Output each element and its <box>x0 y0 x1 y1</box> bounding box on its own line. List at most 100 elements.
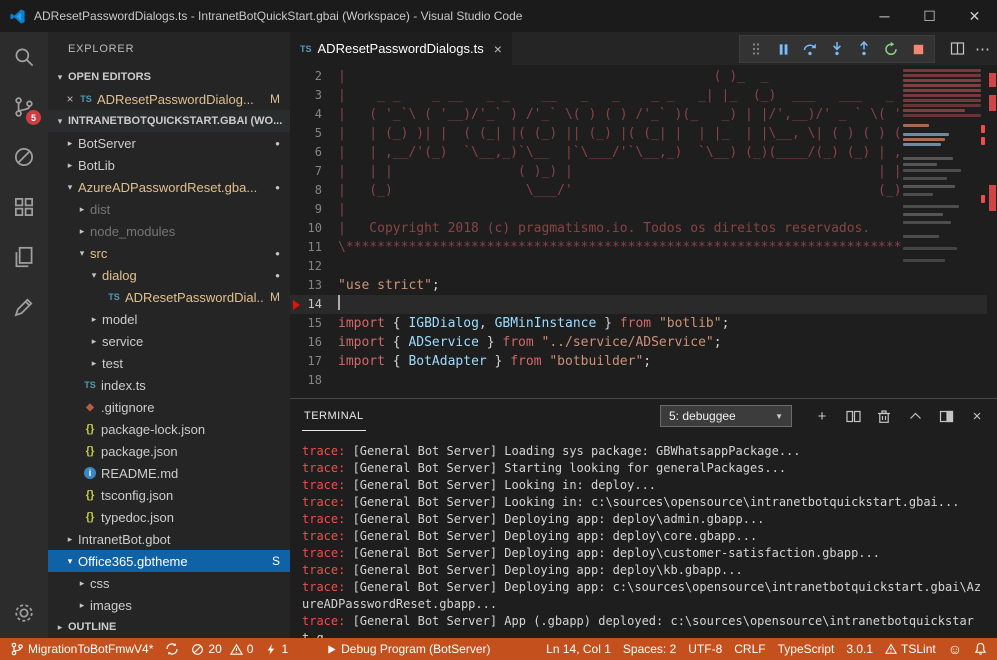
split-editor-icon[interactable] <box>949 41 965 57</box>
language-mode-item[interactable]: TypeScript <box>778 642 835 656</box>
overview-ruler[interactable] <box>987 65 997 398</box>
scm-status-badge: S <box>272 554 280 568</box>
files-icon[interactable] <box>0 232 48 282</box>
code-line: 15import { IGBDialog, GBMinInstance } fr… <box>290 314 997 333</box>
tree-item-test[interactable]: ▸ test <box>48 352 290 374</box>
search-icon[interactable] <box>0 32 48 82</box>
tslint-item[interactable]: TSLint <box>885 642 936 656</box>
panel-layout-icon[interactable] <box>938 408 954 424</box>
tree-item-intranetbot-gbot[interactable]: ▸ IntranetBot.gbot <box>48 528 290 550</box>
terminal-output[interactable]: trace: [General Bot Server] Loading sys … <box>290 433 997 638</box>
tree-item-azureadpasswordreset[interactable]: ▾ AzureADPasswordReset.gba... ● <box>48 176 290 198</box>
tree-item-package-lock-json[interactable]: {} package-lock.json <box>48 418 290 440</box>
maximize-panel-icon[interactable] <box>907 408 923 424</box>
eol-item[interactable]: CRLF <box>734 642 765 656</box>
encoding-item[interactable]: UTF-8 <box>688 642 722 656</box>
sync-icon <box>165 642 179 656</box>
step-out-button[interactable] <box>856 41 872 57</box>
tree-item-index-ts[interactable]: TS index.ts <box>48 374 290 396</box>
tree-item-model[interactable]: ▸ model <box>48 308 290 330</box>
ts-version-item[interactable]: 3.0.1 <box>846 642 873 656</box>
tree-item-dialog[interactable]: ▾ dialog ● <box>48 264 290 286</box>
tree-item-tsconfig-json[interactable]: {} tsconfig.json <box>48 484 290 506</box>
indentation-item[interactable]: Spaces: 2 <box>623 642 676 656</box>
tree-item-office365-gbtheme[interactable]: ▾ Office365.gbtheme S <box>48 550 290 572</box>
chevron-right-icon: ▸ <box>74 600 90 611</box>
open-editor-item[interactable]: × TS ADResetPasswordDialog... M <box>48 88 290 110</box>
restart-button[interactable] <box>883 41 899 57</box>
pause-button[interactable] <box>775 41 791 57</box>
debug-icon[interactable] <box>0 132 48 182</box>
chevron-right-icon: ▸ <box>62 138 78 149</box>
maximize-button[interactable]: ☐ <box>907 0 952 32</box>
tree-item-readme-md[interactable]: i README.md <box>48 462 290 484</box>
notifications-bell-icon[interactable] <box>974 642 987 656</box>
feedback-smiley-icon[interactable]: ☺ <box>948 641 962 657</box>
modified-dot: ● <box>275 249 280 258</box>
stop-button[interactable] <box>910 41 926 57</box>
statusbar-right: Ln 14, Col 1 Spaces: 2 UTF-8 CRLF TypeSc… <box>546 641 987 657</box>
tree-item-typedoc-json[interactable]: {} typedoc.json <box>48 506 290 528</box>
step-over-button[interactable] <box>802 41 818 57</box>
panel-header: TERMINAL 5: debuggee ▼ + <box>290 399 997 433</box>
code-editor[interactable]: 2| ( )_ _ | 3| _ _ _ __ _ _ __ _ _ _ _ _… <box>290 65 997 398</box>
edit-icon[interactable] <box>0 282 48 332</box>
tree-item-images[interactable]: ▸ images <box>48 594 290 616</box>
tab-adresetpassworddialogs[interactable]: TS ADResetPasswordDialogs.ts × <box>290 32 512 65</box>
close-icon[interactable]: × <box>62 92 78 106</box>
modified-badge: M <box>270 290 280 304</box>
json-file-icon: {} <box>82 511 98 523</box>
tree-item-botserver[interactable]: ▸ BotServer ● <box>48 132 290 154</box>
new-terminal-icon[interactable]: + <box>814 408 830 424</box>
open-editors-header[interactable]: ▾ OPEN EDITORS <box>48 66 290 88</box>
terminal-selector[interactable]: 5: debuggee ▼ <box>660 405 792 427</box>
code-line: 5| | (_) )| | ( (_| |( (_) || (_) |( (_|… <box>290 124 997 143</box>
tree-item-package-json[interactable]: {} package.json <box>48 440 290 462</box>
typescript-file-icon: TS <box>82 380 98 390</box>
toolbar-drag-handle[interactable] <box>748 41 764 57</box>
tree-item-gitignore[interactable]: ◆ .gitignore <box>48 396 290 418</box>
text-cursor <box>338 295 340 310</box>
close-panel-icon[interactable]: × <box>969 408 985 424</box>
tree-item-dist[interactable]: ▸ dist <box>48 198 290 220</box>
extensions-icon[interactable] <box>0 182 48 232</box>
explorer-sidebar: EXPLORER ▾ OPEN EDITORS × TS ADResetPass… <box>48 32 290 638</box>
minimize-button[interactable]: ─ <box>862 0 907 32</box>
code-line: 4| ( '_`\ ( '__)/'_` ) /'_` \( ) ( ) /'_… <box>290 105 997 124</box>
outline-header[interactable]: ▸ OUTLINE <box>48 616 290 638</box>
problems-item[interactable]: 20 0 <box>191 642 253 656</box>
split-terminal-icon[interactable] <box>845 408 861 424</box>
activity-bar: 5 <box>0 32 48 638</box>
tree-item-adresetpassworddialogs[interactable]: TS ADResetPasswordDial... M <box>48 286 290 308</box>
cursor-position-item[interactable]: Ln 14, Col 1 <box>546 642 611 656</box>
tree-item-css[interactable]: ▸ css <box>48 572 290 594</box>
tree-item-node-modules[interactable]: ▸ node_modules <box>48 220 290 242</box>
close-button[interactable]: ✕ <box>952 0 997 32</box>
debug-status-item[interactable]: Debug Program (BotServer) <box>326 642 490 656</box>
warning-icon <box>230 643 243 656</box>
sync-button[interactable] <box>165 642 179 656</box>
titlebar: ADResetPasswordDialogs.ts - IntranetBotQ… <box>0 0 997 32</box>
minimap[interactable] <box>901 65 987 295</box>
tab-close-icon[interactable]: × <box>494 41 502 57</box>
tree-item-src[interactable]: ▾ src ● <box>48 242 290 264</box>
source-control-icon[interactable]: 5 <box>0 82 48 132</box>
vscode-logo-icon <box>9 8 26 25</box>
workspace-header[interactable]: ▾ INTRANETBOTQUICKSTART.GBAI (WO... <box>48 110 290 132</box>
settings-gear-icon[interactable] <box>0 588 48 638</box>
json-file-icon: {} <box>82 445 98 457</box>
code-line: 9| | <box>290 200 997 219</box>
tasks-item[interactable]: 1 <box>265 642 288 656</box>
modified-badge: M <box>270 92 280 106</box>
more-actions-icon[interactable]: ⋯ <box>975 40 991 58</box>
scm-badge: 5 <box>26 110 41 125</box>
kill-terminal-icon[interactable] <box>876 408 892 424</box>
modified-dot: ● <box>275 139 280 148</box>
git-branch-item[interactable]: MigrationToBotFmwV4* <box>10 642 153 656</box>
step-into-button[interactable] <box>829 41 845 57</box>
terminal-line: trace: [General Bot Server] Looking in: … <box>302 494 987 511</box>
tree-item-service[interactable]: ▸ service <box>48 330 290 352</box>
code-line: 17import { BotAdapter } from "botbuilder… <box>290 352 997 371</box>
tree-item-botlib[interactable]: ▸ BotLib <box>48 154 290 176</box>
tab-terminal[interactable]: TERMINAL <box>302 401 366 431</box>
